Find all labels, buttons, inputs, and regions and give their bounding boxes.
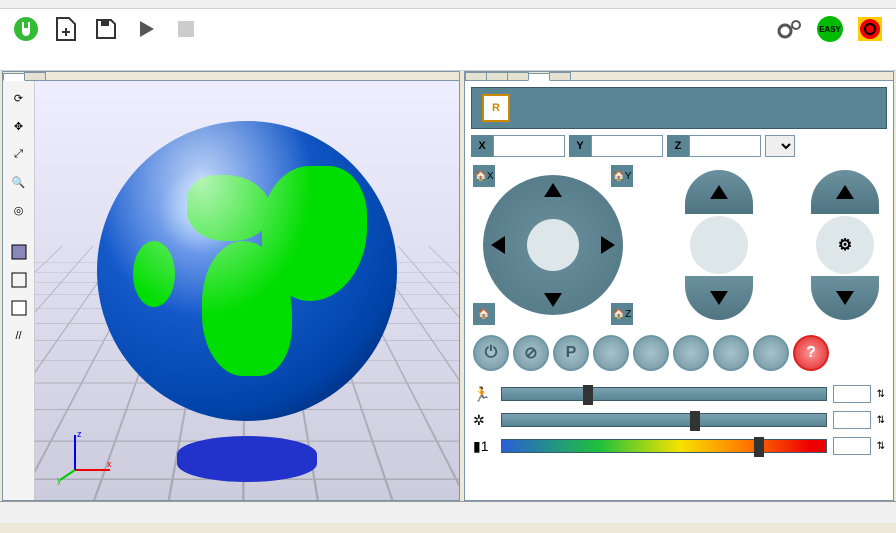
move-icon[interactable]: ✥	[8, 115, 30, 137]
tab-object-placement[interactable]	[465, 72, 487, 80]
x-value[interactable]	[493, 135, 565, 157]
jog-y-minus[interactable]	[544, 293, 562, 307]
parallel-icon[interactable]: //	[8, 325, 30, 347]
power-button[interactable]: ⏻	[473, 335, 509, 371]
jog-z-center[interactable]	[690, 216, 748, 274]
tab-manual-control[interactable]	[528, 73, 550, 81]
jog-z-plus[interactable]	[685, 170, 753, 214]
z-label: Z	[667, 135, 689, 157]
face-view-icon[interactable]	[8, 297, 30, 319]
printer-settings-button[interactable]	[770, 13, 810, 47]
fan-icon: ✲	[473, 412, 495, 429]
speed-icon: 🏃	[473, 386, 495, 403]
svg-text:EASY: EASY	[819, 25, 841, 34]
estop-icon	[856, 15, 884, 43]
jog-y-plus[interactable]	[544, 183, 562, 197]
view-tools: ⟳ ✥ ⤢ 🔍 ◎ //	[3, 81, 35, 500]
solid-view-icon[interactable]	[8, 241, 30, 263]
rotate-icon[interactable]: ⤢	[8, 143, 30, 165]
extruder-temp-bar[interactable]	[501, 439, 827, 453]
tab-slicer[interactable]	[486, 72, 508, 80]
feedrate-input[interactable]	[833, 385, 871, 403]
tab-preview[interactable]	[507, 72, 529, 80]
plug-icon	[12, 15, 40, 43]
jog-extruder-pad: ⚙	[805, 170, 885, 320]
home-all-button[interactable]: 🏠	[473, 303, 495, 325]
fan-input[interactable]	[833, 411, 871, 429]
svg-text:z: z	[77, 429, 82, 439]
macro-1-button[interactable]	[593, 335, 629, 371]
extruder-select[interactable]	[765, 135, 795, 157]
wire-view-icon[interactable]	[8, 269, 30, 291]
disconnect-button[interactable]	[6, 13, 46, 47]
right-tabs	[465, 72, 893, 81]
fan-slider[interactable]	[501, 413, 827, 427]
z-value[interactable]	[689, 135, 761, 157]
gears-icon	[776, 15, 804, 43]
svg-text:y: y	[57, 475, 62, 485]
jog-xy-pad: 🏠X 🏠Y 🏠 🏠Z	[473, 165, 633, 325]
home-y-button[interactable]: 🏠Y	[611, 165, 633, 187]
jog-xy-center[interactable]	[527, 219, 579, 271]
jog-x-minus[interactable]	[491, 236, 505, 254]
toolbar: EASY	[0, 9, 896, 71]
extruder-icon: ▮1	[473, 438, 495, 455]
home-x-button[interactable]: 🏠X	[473, 165, 495, 187]
emergency-stop-button[interactable]	[850, 13, 890, 47]
app-logo-icon: R	[482, 94, 510, 122]
status-bar	[0, 501, 896, 523]
load-button[interactable]	[46, 13, 86, 47]
play-icon	[132, 15, 160, 43]
help-button[interactable]: ?	[793, 335, 829, 371]
macro-4-button[interactable]	[713, 335, 749, 371]
y-label: Y	[569, 135, 591, 157]
3d-viewport[interactable]: x z y	[35, 81, 459, 500]
tab-sd-card[interactable]	[549, 72, 571, 80]
menu-bar	[0, 0, 896, 9]
stop-icon	[172, 15, 200, 43]
spinner-icon[interactable]: ⇅	[877, 389, 885, 400]
motor-off-button[interactable]: ⊘	[513, 335, 549, 371]
x-label: X	[471, 135, 493, 157]
easy-icon: EASY	[816, 15, 844, 43]
save-print-button[interactable]	[86, 13, 126, 47]
start-print-button[interactable]	[126, 13, 166, 47]
y-value[interactable]	[591, 135, 663, 157]
save-icon	[92, 15, 120, 43]
axis-gizmo: x z y	[55, 425, 115, 488]
kill-print-button[interactable]	[166, 13, 206, 47]
extrude-button[interactable]	[811, 170, 879, 214]
retract-button[interactable]	[811, 276, 879, 320]
jog-x-plus[interactable]	[601, 236, 615, 254]
macro-5-button[interactable]	[753, 335, 789, 371]
svg-text:x: x	[107, 459, 112, 469]
spinner-icon[interactable]: ⇅	[877, 441, 885, 452]
tab-3d-view[interactable]	[3, 73, 25, 81]
park-button[interactable]: P	[553, 335, 589, 371]
macro-2-button[interactable]	[633, 335, 669, 371]
extruder-temp-input[interactable]	[833, 437, 871, 455]
home-z-button[interactable]: 🏠Z	[611, 303, 633, 325]
spinner-icon[interactable]: ⇅	[877, 415, 885, 426]
feedrate-slider[interactable]	[501, 387, 827, 401]
tab-temp-curve[interactable]	[24, 72, 46, 80]
extruder-center[interactable]: ⚙	[816, 216, 874, 274]
left-tabs	[3, 72, 459, 81]
macro-3-button[interactable]	[673, 335, 709, 371]
zoom-in-icon[interactable]: 🔍	[8, 171, 30, 193]
file-plus-icon	[52, 15, 80, 43]
panel-title-bar: R	[471, 87, 887, 129]
refresh-icon[interactable]: ⟳	[8, 87, 30, 109]
jog-z-minus[interactable]	[685, 276, 753, 320]
easy-mode-button[interactable]: EASY	[810, 13, 850, 47]
fit-icon[interactable]: ◎	[8, 199, 30, 221]
jog-z-pad	[679, 170, 759, 320]
